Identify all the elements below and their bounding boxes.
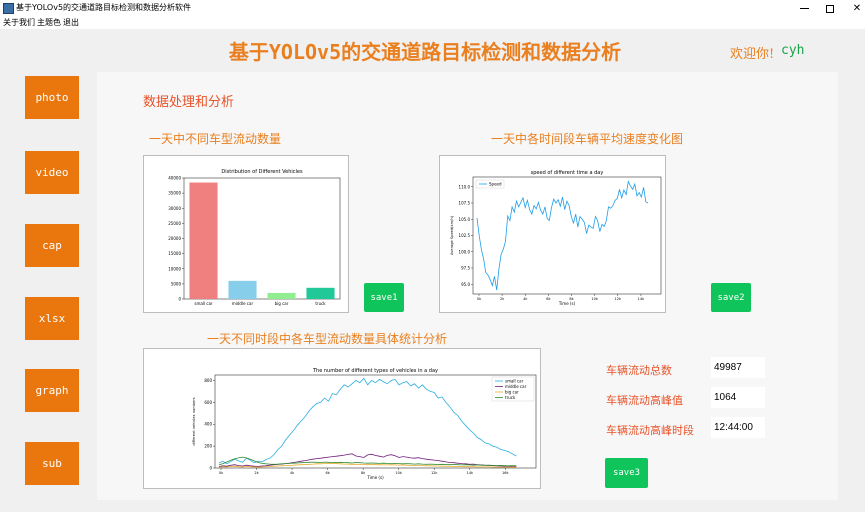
x-tick-label: 14k [638, 297, 645, 301]
y-tick-label: 200 [204, 444, 212, 449]
x-tick-label: 4k [290, 471, 295, 475]
bar-middle-car [228, 280, 257, 299]
y-tick-label: 105.0 [459, 217, 471, 222]
graph-button[interactable]: graph [25, 369, 79, 412]
page-title: 基于YOLOv5的交通道路目标检测和数据分析 [228, 40, 622, 64]
menu-item-about[interactable]: 关于我们 [3, 17, 35, 29]
x-tick-label: 0k [477, 297, 482, 301]
video-button[interactable]: video [25, 151, 79, 194]
x-tick-label: 0k [219, 471, 224, 475]
username: cyh [781, 43, 805, 58]
y-tick-label: 5000 [171, 281, 182, 286]
series-line-Speed [476, 180, 649, 291]
x-tick-label: 6k [325, 471, 330, 475]
window-titlebar: 基于YOLOv5的交通道路目标检测和数据分析软件 ✕ [0, 0, 865, 17]
peak-time-field[interactable]: 12:44:00 [711, 417, 765, 438]
x-tick-label: small car [194, 301, 213, 306]
chart-title: Distribution of Different Vehicles [221, 169, 303, 175]
peak-value-field[interactable]: 1064 [711, 387, 765, 408]
y-tick-label: 100.0 [459, 249, 471, 254]
timeline-chart-title: 一天不同时段中各车型流动数量具体统计分析 [207, 332, 448, 346]
y-tick-label: 97.5 [461, 266, 470, 271]
legend-label: truck [505, 395, 516, 400]
xlsx-button[interactable]: xlsx [25, 297, 79, 340]
y-tick-label: 0 [178, 297, 181, 302]
x-tick-label: 10k [591, 297, 598, 301]
cap-button[interactable]: cap [25, 224, 79, 267]
y-tick-label: 10000 [168, 266, 181, 271]
x-tick-label: 6k [546, 297, 551, 301]
x-tick-label: 12k [615, 297, 622, 301]
plot-area [214, 374, 537, 469]
speed-svg: speed of different time a day 95.0 97.5 100… [450, 170, 662, 306]
speed-chart-title: 一天中各时间段车辆平均速度变化图 [491, 132, 684, 146]
menu-item-theme[interactable]: 主题色 [37, 17, 61, 29]
y-tick-label: 400 [204, 422, 212, 427]
y-tick-label: 20000 [168, 236, 181, 241]
x-axis-label: Time (s) [366, 475, 384, 480]
vehicle-distribution-chart: Distribution of Different Vehicles 0 5000 1… [143, 155, 349, 313]
y-tick-label: 0 [209, 466, 212, 471]
x-tick-label: 16k [502, 471, 509, 475]
save3-button[interactable]: save3 [605, 458, 648, 488]
peak-value-label: 车辆流动高峰值 [606, 394, 683, 407]
legend-label: big car [505, 390, 519, 395]
save1-button[interactable]: save1 [364, 283, 404, 312]
chart-title: speed of different time a day [531, 170, 604, 176]
y-tick-label: 15000 [168, 251, 181, 256]
total-flow-field[interactable]: 49987 [711, 357, 765, 378]
section-title: 数据处理和分析 [143, 95, 235, 110]
y-tick-label: 30000 [168, 206, 181, 211]
vehicle-chart-title: 一天中不同车型流动数量 [149, 132, 282, 146]
y-tick-label: 110.0 [459, 184, 471, 189]
y-tick-label: 800 [204, 378, 212, 383]
y-tick-label: 600 [204, 400, 212, 405]
vehicle-timeline-svg: The number of different types of vehicle… [192, 368, 537, 480]
speed-chart: speed of different time a day 95.0 97.5 100… [439, 155, 666, 313]
y-tick-label: 107.5 [459, 201, 471, 206]
window-title: 基于YOLOv5的交通道路目标检测和数据分析软件 [16, 3, 192, 12]
legend-label: Speed [489, 182, 502, 187]
close-icon[interactable]: ✕ [842, 0, 865, 17]
y-axis-label: Average Speed(km/h) [450, 215, 454, 255]
vehicle-timeline-chart: The number of different types of vehicle… [143, 348, 541, 489]
y-tick-label: 95.0 [461, 282, 470, 287]
bar-truck [306, 287, 335, 299]
maximize-icon[interactable] [815, 0, 845, 17]
app-icon [3, 3, 14, 14]
y-tick-label: 25000 [168, 221, 181, 226]
vehicle-distribution-svg: Distribution of Different Vehicles 0 5000 1… [168, 169, 341, 306]
x-tick-label: 4k [523, 297, 528, 301]
sub-button[interactable]: sub [25, 442, 79, 485]
x-tick-label: 2k [254, 471, 259, 475]
x-tick-label: middle car [232, 301, 254, 306]
y-tick-label: 40000 [168, 176, 181, 181]
series-line-small-car [218, 377, 517, 465]
x-tick-label: big car [275, 301, 289, 306]
y-tick-label: 35000 [168, 191, 181, 196]
x-tick-label: 2k [500, 297, 505, 301]
bar-small-car [189, 182, 218, 299]
x-tick-label: truck [315, 301, 326, 306]
menu-bar: 关于我们 主题色 退出 [0, 17, 865, 29]
x-axis-label: Time (s) [558, 301, 576, 306]
welcome-text: 欢迎你! [730, 47, 775, 62]
legend-label: middle car [505, 384, 527, 389]
x-tick-label: 14k [467, 471, 474, 475]
menu-item-exit[interactable]: 退出 [63, 17, 79, 29]
y-axis-label: different vehicles numbers [192, 397, 196, 445]
photo-button[interactable]: photo [25, 76, 79, 119]
chart-title: The number of different types of vehicle… [312, 368, 438, 374]
legend-label: small car [505, 379, 524, 384]
bar-big-car [267, 292, 296, 299]
x-tick-label: 12k [431, 471, 438, 475]
y-tick-label: 102.5 [459, 233, 471, 238]
plot-area [472, 176, 662, 295]
total-flow-label: 车辆流动总数 [606, 364, 672, 377]
save2-button[interactable]: save2 [711, 283, 751, 312]
x-tick-label: 10k [395, 471, 402, 475]
x-tick-label: 8k [361, 471, 366, 475]
peak-time-label: 车辆流动高峰时段 [606, 424, 694, 437]
